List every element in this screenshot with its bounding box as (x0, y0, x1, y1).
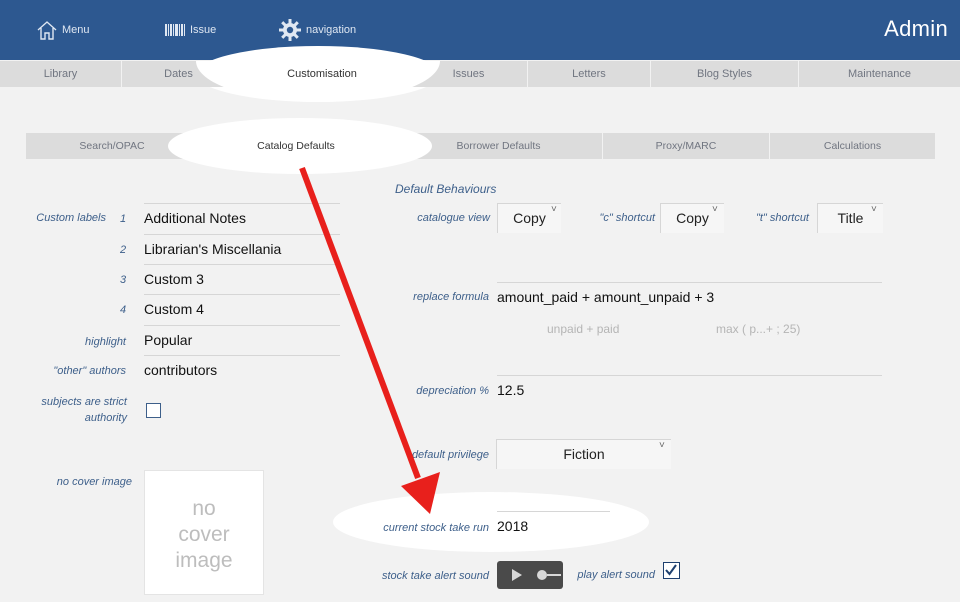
stock-take-alert-sound-label: stock take alert sound (381, 570, 489, 582)
other-authors-label: "other" authors (53, 365, 126, 377)
menu-label: Menu (62, 24, 90, 36)
custom-label-3-input[interactable]: Custom 3 (144, 264, 340, 294)
issue-button[interactable]: Issue (164, 17, 216, 43)
barcode-icon (164, 22, 186, 38)
gear-icon (278, 18, 302, 42)
chevron-down-icon: ˅ (871, 204, 877, 215)
main-tabs: Library Dates Customisation Issues Lette… (0, 61, 960, 87)
tab-blog-styles[interactable]: Blog Styles (650, 61, 798, 87)
other-authors-input[interactable]: contributors (144, 355, 340, 385)
default-privilege-label: default privilege (411, 449, 489, 461)
chevron-down-icon: ˅ (659, 440, 665, 451)
depreciation-input[interactable]: 12.5 (497, 375, 882, 405)
custom-label-num-1: 1 (120, 213, 127, 225)
top-header: Menu Issue navigation Admin (0, 0, 960, 60)
default-behaviours-heading: Default Behaviours (395, 182, 497, 196)
formula-hint-1: unpaid + paid (547, 322, 620, 336)
seek-track[interactable] (547, 574, 561, 576)
play-alert-sound-label: play alert sound (577, 569, 655, 581)
custom-label-1-input[interactable]: Additional Notes (144, 203, 340, 233)
custom-label-2-input[interactable]: Librarian's Miscellania (144, 234, 340, 264)
subjects-strict-label-2: authority (84, 412, 127, 424)
admin-title: Admin (884, 16, 948, 41)
no-cover-image-placeholder[interactable]: no cover image (144, 470, 264, 595)
subtab-calculations[interactable]: Calculations (769, 133, 935, 159)
no-cover-text-1: no (192, 497, 216, 520)
replace-formula-label: replace formula (413, 291, 489, 303)
custom-labels-label: Custom labels (36, 212, 106, 224)
audio-player[interactable] (497, 561, 563, 589)
chevron-down-icon: ˅ (712, 204, 718, 215)
chevron-down-icon: ˅ (551, 204, 557, 215)
highlight-label: highlight (85, 336, 126, 348)
tab-library[interactable]: Library (0, 61, 121, 87)
issue-label: Issue (190, 24, 217, 36)
catalogue-view-label: catalogue view (417, 212, 490, 224)
play-alert-sound-checkbox[interactable] (663, 562, 680, 579)
t-shortcut-label: "t" shortcut (755, 212, 809, 224)
depreciation-label: depreciation % (416, 385, 489, 397)
seek-handle[interactable] (537, 570, 547, 580)
custom-label-4-input[interactable]: Custom 4 (144, 294, 340, 324)
no-cover-image-label: no cover image (56, 476, 132, 488)
house-icon (36, 19, 58, 41)
custom-label-num-4: 4 (120, 304, 127, 316)
c-shortcut-label: "c" shortcut (599, 212, 656, 224)
menu-button[interactable]: Menu (36, 17, 90, 43)
current-stock-take-input[interactable]: 2018 (497, 511, 610, 541)
checkmark-icon (665, 564, 677, 576)
subjects-strict-label-1: subjects are strict (41, 396, 127, 408)
tab-customisation-text: Customisation (287, 68, 357, 80)
navigation-label: navigation (306, 24, 357, 36)
custom-label-num-2: 2 (120, 244, 127, 256)
subtab-proxy-marc[interactable]: Proxy/MARC (602, 133, 769, 159)
sub-tabs: Search/OPAC Catalog Defaults Borrower De… (26, 133, 935, 159)
no-cover-text-3: image (175, 549, 233, 572)
custom-label-num-3: 3 (120, 274, 127, 286)
current-stock-take-label: current stock take run (383, 522, 489, 534)
play-icon[interactable] (511, 568, 523, 587)
navigation-button[interactable]: navigation (278, 17, 356, 43)
no-cover-text-2: cover (178, 523, 230, 546)
replace-formula-input[interactable]: amount_paid + amount_unpaid + 3 (497, 282, 882, 312)
subjects-strict-checkbox[interactable] (146, 403, 161, 418)
default-privilege-select[interactable]: Fiction (496, 439, 671, 469)
tab-letters[interactable]: Letters (527, 61, 650, 87)
subtab-catalog-defaults-text: Catalog Defaults (257, 140, 335, 152)
highlight-input[interactable]: Popular (144, 325, 340, 355)
formula-hint-2: max ( p...+ ; 25) (716, 322, 801, 336)
tab-maintenance[interactable]: Maintenance (798, 61, 960, 87)
